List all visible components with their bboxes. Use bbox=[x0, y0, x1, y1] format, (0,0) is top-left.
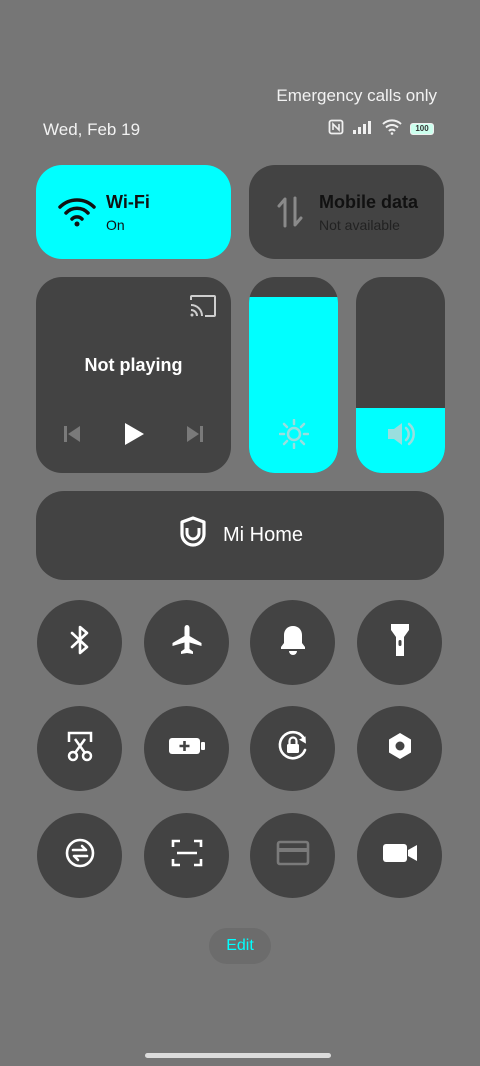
edit-button[interactable]: Edit bbox=[209, 928, 271, 964]
mobile-data-icon bbox=[276, 196, 304, 233]
scanner-toggle[interactable] bbox=[144, 813, 229, 898]
screenshot-toggle[interactable] bbox=[37, 706, 122, 791]
battery-saver-toggle[interactable] bbox=[144, 706, 229, 791]
status-icons: 100 bbox=[328, 118, 434, 140]
mobile-data-tile[interactable]: Mobile data Not available bbox=[249, 165, 444, 259]
sync-toggle[interactable] bbox=[37, 813, 122, 898]
card-toggle[interactable] bbox=[250, 813, 335, 898]
scanner-icon bbox=[171, 838, 203, 873]
brightness-slider[interactable] bbox=[249, 277, 338, 473]
cast-icon[interactable] bbox=[189, 294, 217, 323]
brightness-icon bbox=[278, 418, 310, 454]
card-icon bbox=[276, 840, 310, 871]
bluetooth-toggle[interactable] bbox=[37, 600, 122, 685]
mi-home-icon bbox=[177, 515, 209, 556]
home-indicator[interactable] bbox=[145, 1053, 331, 1058]
battery-saver-icon bbox=[168, 736, 206, 761]
wifi-tile[interactable]: Wi-Fi On bbox=[36, 165, 231, 259]
previous-icon[interactable] bbox=[63, 424, 81, 449]
mute-toggle[interactable] bbox=[250, 600, 335, 685]
wifi-icon bbox=[382, 118, 402, 140]
battery-icon: 100 bbox=[410, 123, 434, 135]
nfc-icon bbox=[328, 119, 344, 140]
rotation-lock-toggle[interactable] bbox=[250, 706, 335, 791]
volume-slider[interactable] bbox=[356, 277, 445, 473]
video-camera-icon bbox=[382, 841, 418, 870]
media-status: Not playing bbox=[84, 355, 183, 375]
video-toggle[interactable] bbox=[357, 813, 442, 898]
flashlight-toggle[interactable] bbox=[357, 600, 442, 685]
flashlight-icon bbox=[389, 622, 411, 663]
settings-hex-icon bbox=[386, 731, 414, 766]
rotation-lock-icon bbox=[276, 729, 310, 768]
date-label: Wed, Feb 19 bbox=[43, 120, 141, 139]
signal-icon bbox=[352, 120, 374, 139]
wifi-status: On bbox=[106, 217, 125, 233]
play-icon[interactable] bbox=[122, 421, 146, 452]
next-icon[interactable] bbox=[186, 424, 204, 449]
bell-icon bbox=[279, 624, 307, 661]
bluetooth-icon bbox=[68, 624, 92, 661]
media-player: Not playing bbox=[36, 277, 231, 473]
wifi-icon bbox=[58, 197, 96, 232]
mobile-data-title: Mobile data bbox=[319, 192, 419, 212]
airplane-icon bbox=[170, 623, 204, 662]
mobile-data-status: Not available bbox=[319, 217, 400, 233]
screenshot-icon bbox=[65, 730, 95, 767]
mi-home-label: Mi Home bbox=[222, 524, 303, 546]
sync-icon bbox=[63, 836, 97, 875]
settings-toggle[interactable] bbox=[357, 706, 442, 791]
wifi-title: Wi-Fi bbox=[106, 192, 150, 212]
airplane-toggle[interactable] bbox=[144, 600, 229, 685]
carrier-status: Emergency calls only bbox=[276, 86, 437, 105]
volume-icon bbox=[386, 420, 416, 453]
mi-home-button[interactable]: Mi Home bbox=[36, 491, 444, 580]
